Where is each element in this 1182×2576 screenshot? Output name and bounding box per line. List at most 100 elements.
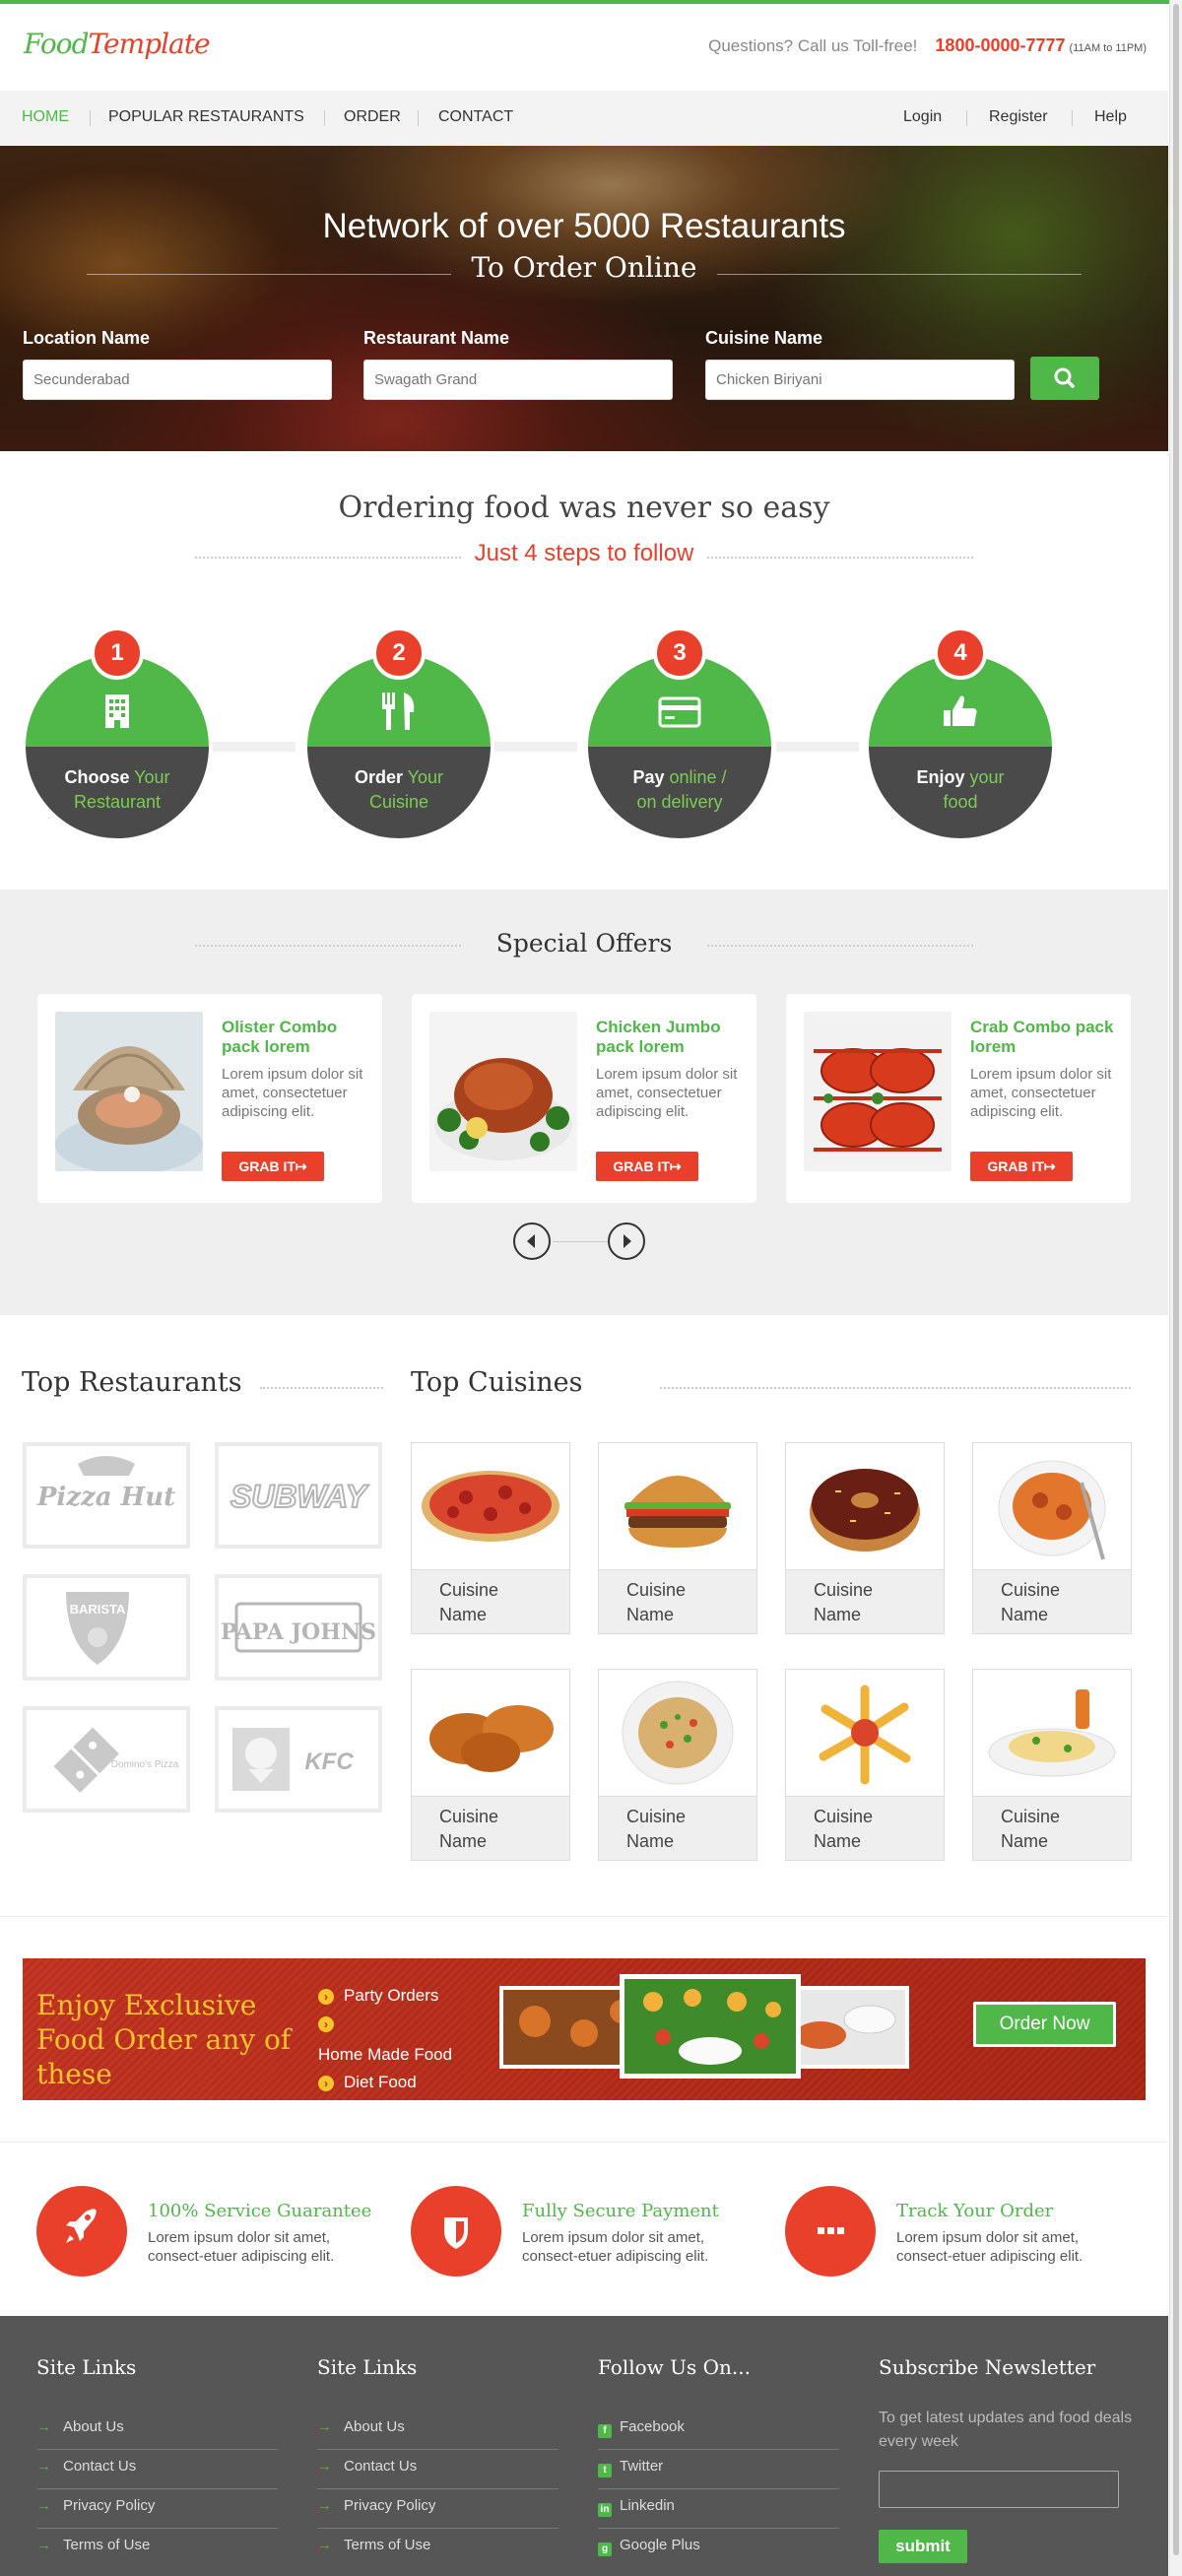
location-label: Location Name xyxy=(23,328,151,348)
hours-text: (11AM to 11PM) xyxy=(1069,42,1147,54)
arrow-right-icon: → xyxy=(317,2537,332,2553)
newsletter-text: To get latest updates and food deals eve… xyxy=(879,2410,1133,2450)
step-connector xyxy=(213,742,296,752)
footer-col3-title: Follow Us On... xyxy=(598,2355,751,2379)
chevron-right-icon: › xyxy=(318,2076,334,2091)
restaurant-logo-text: KFC xyxy=(304,1749,354,1775)
footer-link[interactable]: → Terms of Use xyxy=(36,2529,278,2568)
cuisine-input[interactable] xyxy=(705,360,1015,400)
restaurant-logo-subway[interactable]: SUBWAY xyxy=(215,1442,382,1549)
cuisine-image-fried-rice xyxy=(622,1681,734,1785)
step-connector xyxy=(776,742,859,752)
top-cuisines-title: Top Cuisines xyxy=(411,1367,583,1398)
footer-link[interactable]: → Privacy Policy xyxy=(36,2489,278,2529)
offer-card: Crab Combo pack lorem Lorem ipsum dolor … xyxy=(786,994,1131,1203)
footer-link[interactable]: → About Us xyxy=(317,2411,558,2450)
footer-social-google-plus[interactable]: g Google Plus xyxy=(598,2529,839,2568)
cuisine-card[interactable]: Cuisine Name xyxy=(785,1442,945,1634)
footer-link[interactable]: → Privacy Policy xyxy=(317,2489,558,2529)
cuisine-card[interactable]: Cuisine Name xyxy=(972,1442,1132,1634)
nav-divider xyxy=(966,110,967,126)
footer-link[interactable]: → Terms of Use xyxy=(317,2529,558,2568)
restaurant-logo-papa-johns[interactable]: PAPA JOHNS xyxy=(215,1574,382,1681)
search-button[interactable] xyxy=(1030,357,1099,400)
footer-link[interactable]: → Contact Us xyxy=(317,2450,558,2489)
nav-order[interactable]: ORDER xyxy=(344,108,401,126)
hero-section: Network of over 5000 Restaurants To Orde… xyxy=(0,146,1168,451)
restaurant-logo-barista[interactable]: BARISTA xyxy=(23,1574,190,1681)
header-contact: Questions? Call us Toll-free! 1800-0000-7… xyxy=(708,35,1147,56)
arrow-icon: ↦ xyxy=(1043,1158,1056,1174)
section-divider xyxy=(0,1916,1168,1917)
step-number-4: 4 xyxy=(934,627,987,680)
footer-social-linkedin[interactable]: in Linkedin xyxy=(598,2489,839,2529)
footer: Site Links → About Us → Contact Us → Privac… xyxy=(0,2316,1168,2576)
footer-social-twitter[interactable]: t Twitter xyxy=(598,2450,839,2489)
steps-subtitle: Just 4 steps to follow xyxy=(474,540,694,566)
banner-text: Enjoy Exclusive Food Order any of these xyxy=(36,1989,292,2090)
banner-food-images xyxy=(499,1974,909,2079)
nav-login[interactable]: Login xyxy=(903,108,942,126)
footer-link[interactable]: → About Us xyxy=(36,2411,278,2450)
cuisine-card[interactable]: Cuisine Name xyxy=(598,1669,757,1861)
facebook-icon: f xyxy=(598,2424,612,2438)
footer-link[interactable]: → Contact Us xyxy=(36,2450,278,2489)
restaurant-logo-dominos[interactable]: Domino's Pizza xyxy=(23,1706,190,1813)
offer-card: Olister Combo pack lorem Lorem ipsum dol… xyxy=(37,994,382,1203)
twitter-icon: t xyxy=(598,2464,612,2477)
nav-contact[interactable]: CONTACT xyxy=(438,108,513,126)
step-connector xyxy=(494,742,577,752)
chevron-right-icon: › xyxy=(318,2016,334,2032)
offer-title[interactable]: Chicken Jumbo pack lorem xyxy=(596,1018,744,1057)
cuisine-card[interactable]: Cuisine Name xyxy=(411,1442,570,1634)
nav-home[interactable]: HOME xyxy=(22,108,69,126)
offer-image-oyster xyxy=(55,1012,203,1171)
restaurant-input[interactable] xyxy=(363,360,673,400)
offer-title[interactable]: Olister Combo pack lorem xyxy=(222,1018,369,1057)
location-input[interactable] xyxy=(23,360,332,400)
feature-title: Fully Secure Payment xyxy=(522,2201,719,2221)
offer-description: Lorem ipsum dolor sit amet, consectetuer… xyxy=(970,1066,1112,1120)
carousel-prev-button[interactable] xyxy=(513,1222,551,1260)
cuisine-card[interactable]: Cuisine Name xyxy=(411,1669,570,1861)
restaurant-logo-text: Pizza Hut xyxy=(36,1483,175,1512)
hero-title: Network of over 5000 Restaurants xyxy=(322,207,846,245)
cuisine-card[interactable]: Cuisine Name xyxy=(972,1669,1132,1861)
arrow-right-icon: → xyxy=(36,2418,51,2435)
feature-text: Lorem ipsum dolor sit amet, consect-etue… xyxy=(148,2229,335,2265)
logo[interactable]: FoodTemplate xyxy=(24,28,211,60)
restaurant-logo-kfc[interactable]: KFC xyxy=(215,1706,382,1813)
questions-text: Questions? Call us Toll-free! xyxy=(708,36,918,55)
cuisine-card[interactable]: Cuisine Name xyxy=(598,1442,757,1634)
order-now-button[interactable]: Order Now xyxy=(973,2002,1116,2047)
restaurant-logo-pizza-hut[interactable]: Pizza Hut xyxy=(23,1442,190,1549)
grab-it-button[interactable]: GRAB IT↦ xyxy=(970,1152,1073,1181)
main-nav: HOME POPULAR RESTAURANTS ORDER CONTACT L… xyxy=(0,91,1168,146)
grab-it-button[interactable]: GRAB IT↦ xyxy=(222,1152,324,1181)
carousel-next-button[interactable] xyxy=(608,1222,645,1260)
scrollbar-thumb[interactable] xyxy=(1173,4,1179,2555)
feature-title: Track Your Order xyxy=(896,2201,1054,2221)
offer-image-chicken xyxy=(429,1012,577,1171)
arrow-icon: ↦ xyxy=(669,1158,682,1174)
nav-help[interactable]: Help xyxy=(1094,108,1127,126)
grab-it-button[interactable]: GRAB IT↦ xyxy=(596,1152,698,1181)
banner-item: › xyxy=(318,2014,344,2033)
phone-number[interactable]: 1800-0000-7777 xyxy=(935,35,1065,55)
newsletter-email-input[interactable] xyxy=(879,2471,1119,2508)
newsletter-submit-button[interactable]: submit xyxy=(879,2530,967,2563)
step-pay: Pay online / on delivery xyxy=(588,655,771,838)
footer-social-facebook[interactable]: f Facebook xyxy=(598,2411,839,2450)
step-choose: Choose Your Restaurant xyxy=(26,655,209,838)
step-number-3: 3 xyxy=(653,627,706,680)
nav-popular-restaurants[interactable]: POPULAR RESTAURANTS xyxy=(108,108,304,126)
scrollbar[interactable] xyxy=(1169,0,1182,2576)
cuisine-image-fried-chicken xyxy=(429,1705,554,1772)
footer-col4-title: Subscribe Newsletter xyxy=(879,2355,1096,2379)
step-number-1: 1 xyxy=(91,627,144,680)
cuisine-card[interactable]: Cuisine Name xyxy=(785,1669,945,1861)
promo-banner: Enjoy Exclusive Food Order any of these … xyxy=(23,1958,1146,2100)
offer-title[interactable]: Crab Combo pack lorem xyxy=(970,1018,1118,1057)
offer-card: Chicken Jumbo pack lorem Lorem ipsum dol… xyxy=(412,994,756,1203)
nav-register[interactable]: Register xyxy=(989,108,1048,126)
